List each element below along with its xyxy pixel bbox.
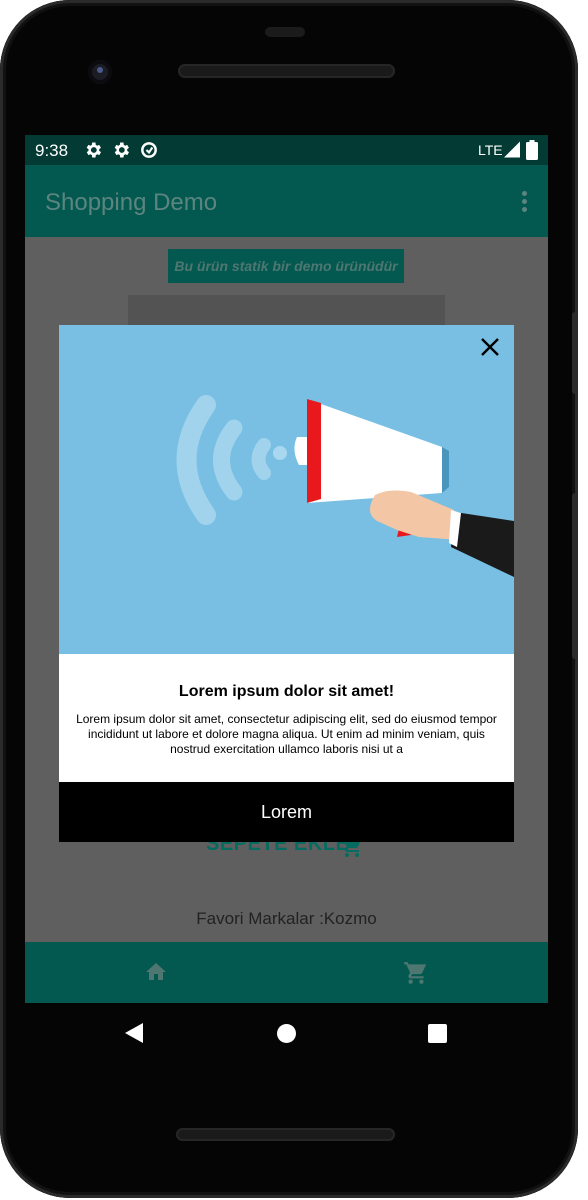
hero-illustration xyxy=(59,325,514,654)
promo-dialog: Lorem ipsum dolor sit amet! Lorem ipsum … xyxy=(59,325,514,842)
home-circle-icon[interactable] xyxy=(277,1024,296,1043)
battery-icon xyxy=(526,140,538,160)
bottom-speaker xyxy=(176,1128,395,1141)
home-icon[interactable] xyxy=(143,960,169,984)
favorite-brands: Favori Markalar :Kozmo xyxy=(196,909,377,928)
data-saver-icon xyxy=(141,142,157,158)
system-navigation-bar xyxy=(25,1003,548,1063)
top-speaker xyxy=(178,64,395,78)
back-icon[interactable] xyxy=(123,1022,145,1044)
dialog-title: Lorem ipsum dolor sit amet! xyxy=(178,683,395,700)
bottom-navigation xyxy=(25,942,548,1003)
earpiece xyxy=(265,27,305,37)
demo-notice: Bu ürün statik bir demo ürünüdür xyxy=(168,249,404,283)
network-type: LTE xyxy=(478,142,503,158)
volume-button xyxy=(572,493,578,659)
app-bar: Shopping Demo xyxy=(25,165,548,237)
recents-icon[interactable] xyxy=(428,1024,447,1043)
phone-frame: 9:38 LTE Shopping Demo Bu ürün statik bi… xyxy=(0,0,578,1198)
megaphone-illustration xyxy=(176,395,514,577)
app-title: Shopping Demo xyxy=(45,189,218,216)
dialog-action-button[interactable]: Lorem xyxy=(59,782,514,842)
gear-icon xyxy=(86,142,101,158)
signal-icon xyxy=(504,141,520,158)
status-time: 9:38 xyxy=(35,141,69,160)
gear-icon xyxy=(114,142,129,158)
power-button xyxy=(572,312,578,394)
close-icon[interactable] xyxy=(480,337,500,357)
status-bar: 9:38 LTE xyxy=(25,135,548,165)
dialog-body: Lorem ipsum dolor sit amet, consectetur … xyxy=(76,712,497,756)
front-camera xyxy=(88,60,112,84)
cart-icon[interactable] xyxy=(402,960,430,986)
overflow-menu-icon[interactable] xyxy=(522,191,528,213)
